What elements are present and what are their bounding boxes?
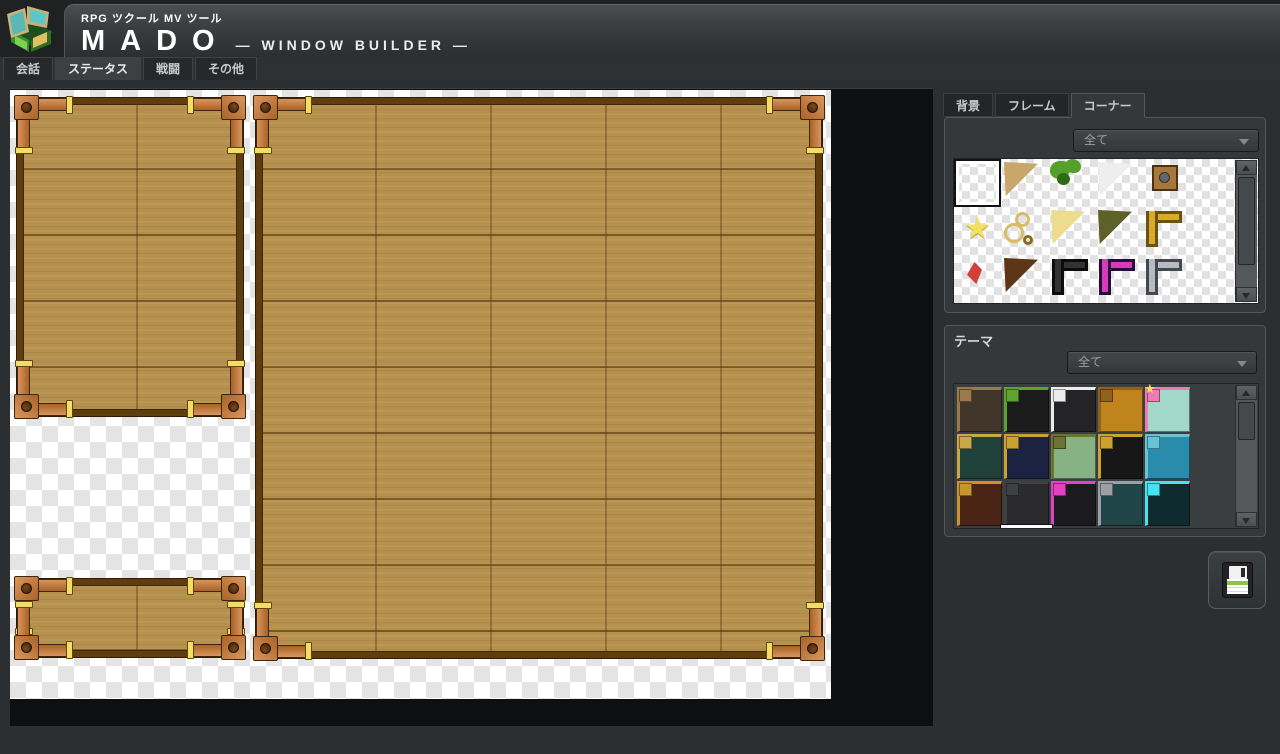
app-tagline: — WINDOW BUILDER — [236, 37, 471, 53]
editor-canvas-area [10, 88, 933, 726]
floppy-disk-icon [1222, 562, 1253, 598]
corner-item-olive-wedge[interactable] [1095, 207, 1142, 255]
theme-item-wood[interactable] [1004, 528, 1049, 529]
theme-item-neon-magenta[interactable] [1051, 481, 1096, 526]
window-corner-decoration [14, 357, 76, 419]
corner-filter-select[interactable]: 全て [1073, 129, 1259, 152]
chevron-down-icon [1239, 139, 1249, 145]
main-tab-bar: 会話ステータス戦闘その他 [0, 57, 1280, 80]
scroll-up-arrow-icon[interactable] [1236, 160, 1257, 175]
app-title: MADO [81, 25, 230, 58]
corner-filter-value: 全て [1084, 133, 1108, 147]
save-button[interactable] [1208, 551, 1266, 609]
corner-item-blank[interactable] [954, 159, 1001, 207]
main-tab-sonota[interactable]: その他 [195, 57, 257, 80]
theme-filter-select[interactable]: 全て [1067, 351, 1257, 374]
corner-item-magenta-frame[interactable] [1095, 255, 1142, 303]
corner-item-silver-wing[interactable] [1095, 159, 1142, 207]
theme-list-scrollbar [1235, 385, 1257, 527]
theme-thumbnail-list: ★ [953, 383, 1259, 529]
corner-item-gold-star[interactable]: ★ [954, 207, 1001, 255]
chevron-down-icon [1237, 361, 1247, 367]
app-subtitle: RPG ツクール MV ツール [81, 10, 1280, 26]
corner-item-steel-frame[interactable] [1142, 255, 1189, 303]
window-preview-large[interactable] [256, 98, 822, 658]
scroll-down-arrow-icon[interactable] [1236, 287, 1257, 302]
corner-item-gold-frame[interactable] [1142, 207, 1189, 255]
scrollbar-thumb[interactable] [1238, 402, 1255, 440]
theme-item-mahogany[interactable] [957, 481, 1002, 526]
corner-item-cyan-frame[interactable] [954, 303, 1001, 304]
panel-tab-frame[interactable]: フレーム [995, 93, 1069, 117]
corner-list-scrollbar [1235, 160, 1257, 302]
corner-item-pink-scroll[interactable] [1001, 303, 1048, 304]
theme-item-navy-gold[interactable] [1004, 434, 1049, 479]
window-corner-decoration [253, 599, 315, 661]
corner-item-foliage[interactable] [1048, 159, 1095, 207]
theme-item-ocean[interactable] [1145, 434, 1190, 479]
theme-item-amber[interactable] [1098, 387, 1143, 432]
app-header: RPG ツクール MV ツール MADO — WINDOW BUILDER — [0, 0, 1280, 57]
theme-section-label: テーマ [954, 331, 993, 350]
panel-tab-corner[interactable]: コーナー [1071, 93, 1145, 118]
theme-item-paper-white[interactable] [1051, 528, 1096, 529]
corner-item-wood-wedge[interactable] [1001, 159, 1048, 207]
scroll-up-arrow-icon[interactable] [1236, 385, 1257, 400]
theme-item-deep-teal[interactable] [957, 434, 1002, 479]
window-corner-decoration [184, 95, 246, 157]
theme-item-rustic-brown[interactable] [957, 387, 1002, 432]
window-corner-decoration [763, 95, 825, 157]
corner-group-box: 全て ★ [944, 117, 1266, 313]
window-corner-decoration [14, 598, 76, 660]
window-preview-top-left[interactable] [17, 98, 243, 416]
window-preview-bottom-left[interactable] [17, 579, 243, 657]
corner-item-cream-corner[interactable] [1048, 207, 1095, 255]
theme-item-pastel-teal[interactable]: ★ [1145, 387, 1190, 432]
canvas-transparency-background [10, 90, 831, 699]
window-corner-decoration [14, 576, 76, 638]
main-tab-kaiwa[interactable]: 会話 [3, 57, 53, 80]
corner-item-dark-ornate[interactable] [1001, 255, 1048, 303]
theme-filter-value: 全て [1078, 355, 1102, 369]
scrollbar-thumb[interactable] [1238, 177, 1255, 265]
theme-item-sage[interactable] [1051, 434, 1096, 479]
theme-item-silver-black[interactable] [1051, 387, 1096, 432]
window-corner-decoration [253, 95, 315, 157]
theme-group-box: テーマ 全て ★ [944, 325, 1266, 537]
theme-item-berry[interactable] [957, 528, 1002, 529]
corner-item-black-angular[interactable] [1048, 255, 1095, 303]
scroll-down-arrow-icon[interactable] [1236, 512, 1257, 527]
window-corner-decoration [184, 576, 246, 638]
main-tab-sentou[interactable]: 戦闘 [143, 57, 193, 80]
window-corner-decoration [14, 95, 76, 157]
theme-item-forest-black[interactable] [1004, 387, 1049, 432]
corner-item-red-crystal[interactable] [954, 255, 1001, 303]
theme-item-black-diamond[interactable] [1098, 434, 1143, 479]
corner-item-gold-scroll[interactable] [1001, 207, 1048, 255]
panel-tab-bar: 背景フレームコーナー [943, 93, 1147, 118]
corner-item-stud-block[interactable] [1142, 159, 1189, 207]
main-tab-status[interactable]: ステータス [55, 57, 141, 80]
theme-item-teal-steel[interactable] [1098, 481, 1143, 526]
corner-item-wood-beam[interactable] [1048, 303, 1095, 304]
theme-item-charcoal[interactable] [1004, 481, 1049, 526]
corner-thumbnail-list: ★ [953, 158, 1259, 304]
theme-item-cyan-neon[interactable] [1145, 481, 1190, 526]
panel-tab-background[interactable]: 背景 [943, 93, 993, 117]
header-title-panel: RPG ツクール MV ツール MADO — WINDOW BUILDER — [64, 4, 1280, 57]
window-corner-decoration [184, 357, 246, 419]
window-corner-decoration [763, 599, 825, 661]
app-logo-icon [3, 2, 60, 55]
window-corner-decoration [184, 598, 246, 660]
